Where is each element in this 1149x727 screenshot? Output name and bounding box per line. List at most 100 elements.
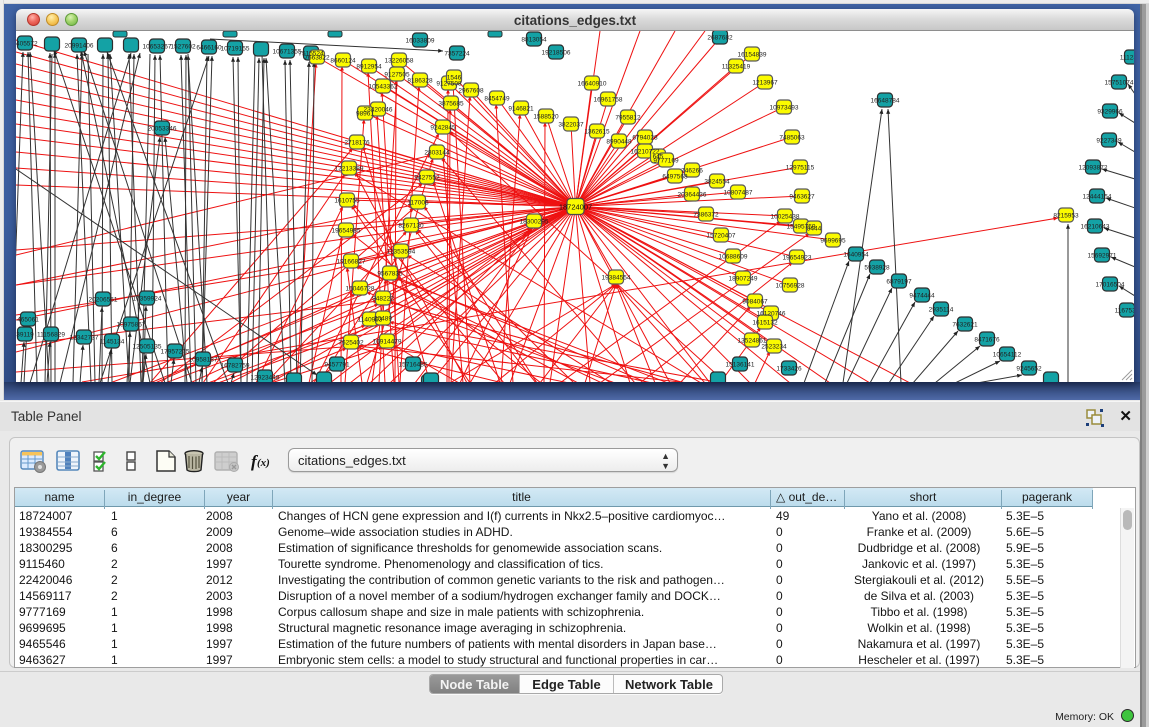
svg-text:3824554: 3824554 (704, 179, 730, 186)
svg-text:20489: 20489 (374, 316, 392, 323)
svg-text:16033809: 16033809 (406, 38, 435, 45)
svg-text:9242845: 9242845 (430, 125, 456, 132)
svg-text:10543362: 10543362 (369, 84, 398, 91)
svg-text:465061: 465061 (17, 317, 39, 324)
svg-text:17016504: 17016504 (1096, 282, 1125, 289)
svg-text:2687682: 2687682 (707, 35, 733, 42)
svg-text:10958187: 10958187 (189, 357, 218, 364)
svg-text:6794028: 6794028 (632, 135, 658, 142)
svg-text:16120746: 16120746 (757, 311, 786, 318)
svg-text:11156829: 11156829 (37, 332, 65, 339)
svg-text:9699695: 9699695 (820, 238, 846, 245)
svg-text:39119: 39119 (16, 332, 34, 339)
svg-text:1588520: 1588520 (533, 114, 559, 121)
svg-text:117006: 117006 (407, 200, 429, 207)
svg-text:18724007: 18724007 (559, 203, 592, 212)
svg-text:19218506: 19218506 (542, 50, 571, 57)
svg-text:12342737: 12342737 (70, 335, 99, 342)
svg-text:1733426: 1733426 (776, 366, 802, 373)
svg-text:9227349: 9227349 (1096, 138, 1122, 145)
svg-text:20206561: 20206561 (89, 297, 118, 304)
svg-text:9474444: 9474444 (909, 293, 935, 300)
svg-text:20364436: 20364436 (678, 192, 707, 199)
svg-text:8471676: 8471676 (974, 337, 1000, 344)
svg-text:9457791: 9457791 (324, 362, 350, 369)
svg-text:9127508: 9127508 (436, 81, 462, 88)
svg-text:6497568: 6497568 (662, 174, 688, 181)
svg-text:18907249: 18907249 (729, 276, 758, 283)
svg-text:9146821: 9146821 (508, 106, 534, 113)
svg-text:7485063: 7485063 (779, 135, 805, 142)
svg-text:8444: 8444 (807, 226, 822, 233)
svg-text:1640954: 1640954 (843, 252, 869, 259)
svg-text:15751074: 15751074 (1105, 80, 1134, 87)
svg-text:16648784: 16648784 (871, 98, 900, 105)
svg-text:10975867: 10975867 (117, 322, 146, 329)
svg-text:16154839: 16154839 (738, 52, 767, 59)
svg-text:9777169: 9777169 (653, 158, 679, 165)
svg-text:18300295: 18300295 (520, 219, 549, 226)
svg-text:1610755: 1610755 (334, 198, 360, 205)
svg-text:7632621: 7632621 (952, 322, 978, 329)
svg-text:8267130: 8267130 (398, 223, 424, 230)
svg-text:3822037: 3822037 (558, 122, 584, 129)
svg-text:19384554: 19384554 (602, 275, 631, 282)
svg-text:20053346: 20053346 (148, 126, 177, 133)
svg-text:19166827: 19166827 (337, 259, 366, 266)
svg-text:9463627: 9463627 (789, 194, 815, 201)
svg-text:12923448: 12923448 (251, 375, 280, 382)
svg-text:2935114: 2935114 (929, 307, 954, 314)
svg-text:1615132: 1615132 (752, 320, 778, 327)
svg-text:16782759: 16782759 (221, 363, 250, 370)
svg-text:8912954: 8912954 (356, 64, 382, 71)
svg-text:2718176: 2718176 (344, 140, 370, 147)
svg-text:11325419: 11325419 (722, 64, 751, 71)
svg-text:12444154: 12444154 (1083, 194, 1112, 201)
svg-text:10719155: 10719155 (221, 46, 250, 53)
svg-text:16961758: 16961758 (594, 97, 623, 104)
svg-text:2523234: 2523234 (761, 344, 787, 351)
svg-text:16914479: 16914479 (373, 339, 402, 346)
svg-text:1527602: 1527602 (170, 44, 196, 51)
svg-text:7357224: 7357224 (444, 51, 470, 58)
svg-text:7663822: 7663822 (304, 55, 330, 62)
svg-text:19654985: 19654985 (332, 228, 361, 235)
svg-text:15692971: 15692971 (1088, 253, 1117, 260)
svg-text:8813054: 8813054 (521, 37, 547, 44)
svg-text:15716485: 15716485 (399, 362, 428, 369)
svg-text:(x): (x) (257, 457, 270, 469)
svg-text:7386372: 7386372 (693, 212, 719, 219)
svg-text:1213967: 1213967 (752, 80, 778, 87)
svg-text:1546: 1546 (447, 75, 462, 82)
svg-text:13226058: 13226058 (385, 58, 414, 65)
svg-text:9329966: 9329966 (1097, 109, 1123, 116)
svg-text:7625402: 7625402 (338, 340, 364, 347)
svg-text:12093872: 12093872 (1079, 165, 1108, 172)
svg-text:17359924: 17359924 (133, 296, 162, 303)
svg-text:12975115: 12975115 (786, 165, 815, 172)
svg-text:15720407: 15720407 (707, 233, 736, 240)
svg-text:17957275: 17957275 (161, 349, 190, 356)
svg-text:9567835: 9567835 (377, 271, 403, 278)
svg-text:10025438: 10025438 (771, 214, 800, 221)
svg-text:1145134: 1145134 (100, 339, 125, 346)
svg-text:10756928: 10756928 (776, 283, 805, 290)
svg-text:1167533: 1167533 (1115, 308, 1134, 315)
svg-text:20991406: 20991406 (65, 43, 94, 50)
svg-text:10807487: 10807487 (724, 190, 753, 197)
svg-text:5938928: 5938928 (864, 265, 890, 272)
svg-text:7955812: 7955812 (615, 115, 641, 122)
svg-text:16640910: 16640910 (578, 81, 607, 88)
svg-text:6466160: 6466160 (196, 45, 222, 52)
svg-text:8660124: 8660124 (330, 58, 356, 65)
svg-text:16210643: 16210643 (1081, 224, 1110, 231)
svg-text:1362615: 1362615 (584, 129, 610, 136)
svg-text:8990448: 8990448 (606, 139, 632, 146)
svg-text:9127505: 9127505 (384, 72, 410, 79)
svg-text:1405572: 1405572 (16, 41, 38, 48)
svg-text:16046728: 16046728 (346, 286, 375, 293)
svg-text:9245652: 9245652 (1016, 366, 1042, 373)
svg-text:10973493: 10973493 (770, 105, 799, 112)
svg-text:8454749: 8454749 (484, 96, 510, 103)
svg-text:3875685: 3875685 (438, 101, 464, 108)
